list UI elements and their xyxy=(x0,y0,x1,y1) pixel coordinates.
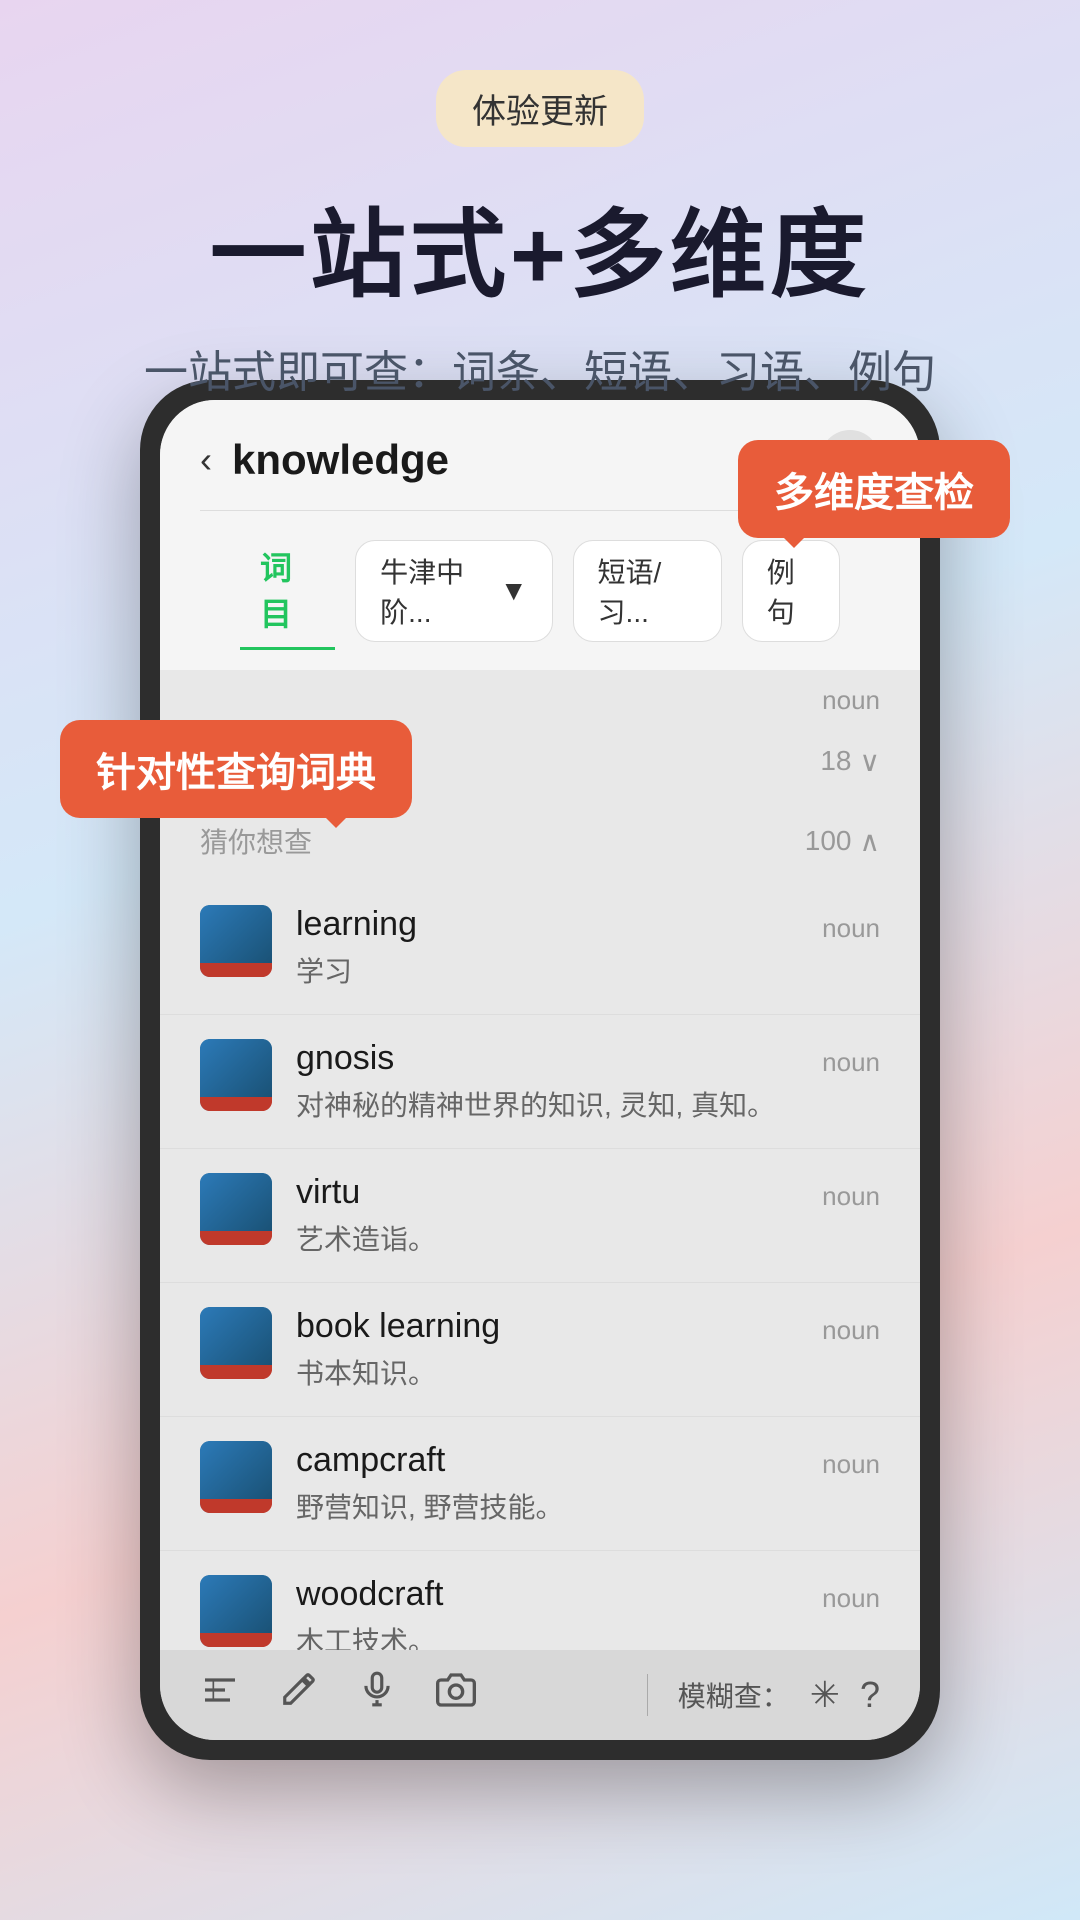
chevron-down-icon: ▼ xyxy=(500,575,528,607)
update-badge: 体验更新 xyxy=(436,70,644,147)
word-icon xyxy=(200,1575,272,1647)
list-item[interactable]: gnosis 对神秘的精神世界的知识, 灵知, 真知。 noun xyxy=(160,1015,920,1149)
word-type: noun xyxy=(822,1181,880,1212)
toolbar-right: 模糊查： ✳ ? xyxy=(647,1674,880,1716)
list-item[interactable]: learning 学习 noun xyxy=(160,881,920,1015)
word-type: noun xyxy=(822,1583,880,1614)
question-icon[interactable]: ? xyxy=(860,1674,880,1716)
word-name: learning xyxy=(296,905,822,944)
chevron-up-icon: ∧ xyxy=(860,825,881,858)
back-arrow-icon[interactable]: ‹ xyxy=(200,439,212,481)
word-type: noun xyxy=(822,1315,880,1346)
word-meaning: 木工技术。 xyxy=(296,1620,822,1650)
word-type: noun xyxy=(822,913,880,944)
phone-outer: ‹ knowledge 词目 牛津中阶... ▼ xyxy=(140,380,940,1760)
tooltip-dict: 针对性查询词典 xyxy=(60,720,412,818)
guesses-label: 猜你想查 xyxy=(200,821,312,861)
sub-title: 一站式即可查：词条、短语、习语、例句 xyxy=(0,336,1080,400)
list-item[interactable]: campcraft 野营知识, 野营技能。 noun xyxy=(160,1417,920,1551)
noun-section-label: noun xyxy=(160,670,920,721)
tab-words[interactable]: 词目 xyxy=(240,531,335,650)
word-meaning: 艺术造诣。 xyxy=(296,1218,822,1258)
word-type: noun xyxy=(822,1449,880,1480)
list-item[interactable]: woodcraft 木工技术。 noun xyxy=(160,1551,920,1650)
word-name: book learning xyxy=(296,1307,822,1346)
word-info: gnosis 对神秘的精神世界的知识, 灵知, 真知。 xyxy=(296,1039,822,1124)
vague-search-label: 模糊查： xyxy=(678,1675,790,1715)
tab-dictionary-dropdown[interactable]: 牛津中阶... ▼ xyxy=(355,540,552,642)
word-icon xyxy=(200,1173,272,1245)
toolbar-left xyxy=(200,1670,476,1720)
tooltip-multidim: 多维度查检 xyxy=(738,440,1010,538)
word-info: learning 学习 xyxy=(296,905,822,990)
word-type: noun xyxy=(822,1047,880,1078)
list-item[interactable]: book learning 书本知识。 noun xyxy=(160,1283,920,1417)
word-name: virtu xyxy=(296,1173,822,1212)
menu-icon[interactable] xyxy=(200,1670,240,1720)
tab-phrases[interactable]: 短语/习... xyxy=(573,540,722,642)
word-info: woodcraft 木工技术。 xyxy=(296,1575,822,1650)
word-icon xyxy=(200,905,272,977)
phone-screen: ‹ knowledge 词目 牛津中阶... ▼ xyxy=(160,400,920,1740)
asterisk-icon[interactable]: ✳ xyxy=(810,1674,840,1716)
word-list: learning 学习 noun gnosis 对神秘的精神世界的知识, 灵知,… xyxy=(160,881,920,1650)
mic-icon[interactable] xyxy=(358,1670,396,1720)
search-word: knowledge xyxy=(232,436,820,484)
guesses-count: 100 ∧ xyxy=(805,825,880,858)
chevron-down-icon: ∨ xyxy=(860,745,881,778)
word-info: book learning 书本知识。 xyxy=(296,1307,822,1392)
phone-toolbar: 模糊查： ✳ ? xyxy=(160,1650,920,1740)
pencil-icon[interactable] xyxy=(280,1670,318,1720)
word-info: campcraft 野营知识, 野营技能。 xyxy=(296,1441,822,1526)
word-meaning: 对神秘的精神世界的知识, 灵知, 真知。 xyxy=(296,1084,822,1124)
word-name: gnosis xyxy=(296,1039,822,1078)
similar-count: 18 ∨ xyxy=(820,745,880,778)
word-info: virtu 艺术造诣。 xyxy=(296,1173,822,1258)
word-meaning: 野营知识, 野营技能。 xyxy=(296,1486,822,1526)
word-name: campcraft xyxy=(296,1441,822,1480)
word-icon xyxy=(200,1039,272,1111)
word-icon xyxy=(200,1307,272,1379)
word-meaning: 学习 xyxy=(296,950,822,990)
main-title: 一站式+多维度 xyxy=(0,177,1080,316)
list-item[interactable]: virtu 艺术造诣。 noun xyxy=(160,1149,920,1283)
word-name: woodcraft xyxy=(296,1575,822,1614)
top-section: 体验更新 一站式+多维度 一站式即可查：词条、短语、习语、例句 xyxy=(0,0,1080,400)
camera-icon[interactable] xyxy=(436,1670,476,1720)
word-icon xyxy=(200,1441,272,1513)
word-meaning: 书本知识。 xyxy=(296,1352,822,1392)
phone-mockup: ‹ knowledge 词目 牛津中阶... ▼ xyxy=(140,380,940,1760)
